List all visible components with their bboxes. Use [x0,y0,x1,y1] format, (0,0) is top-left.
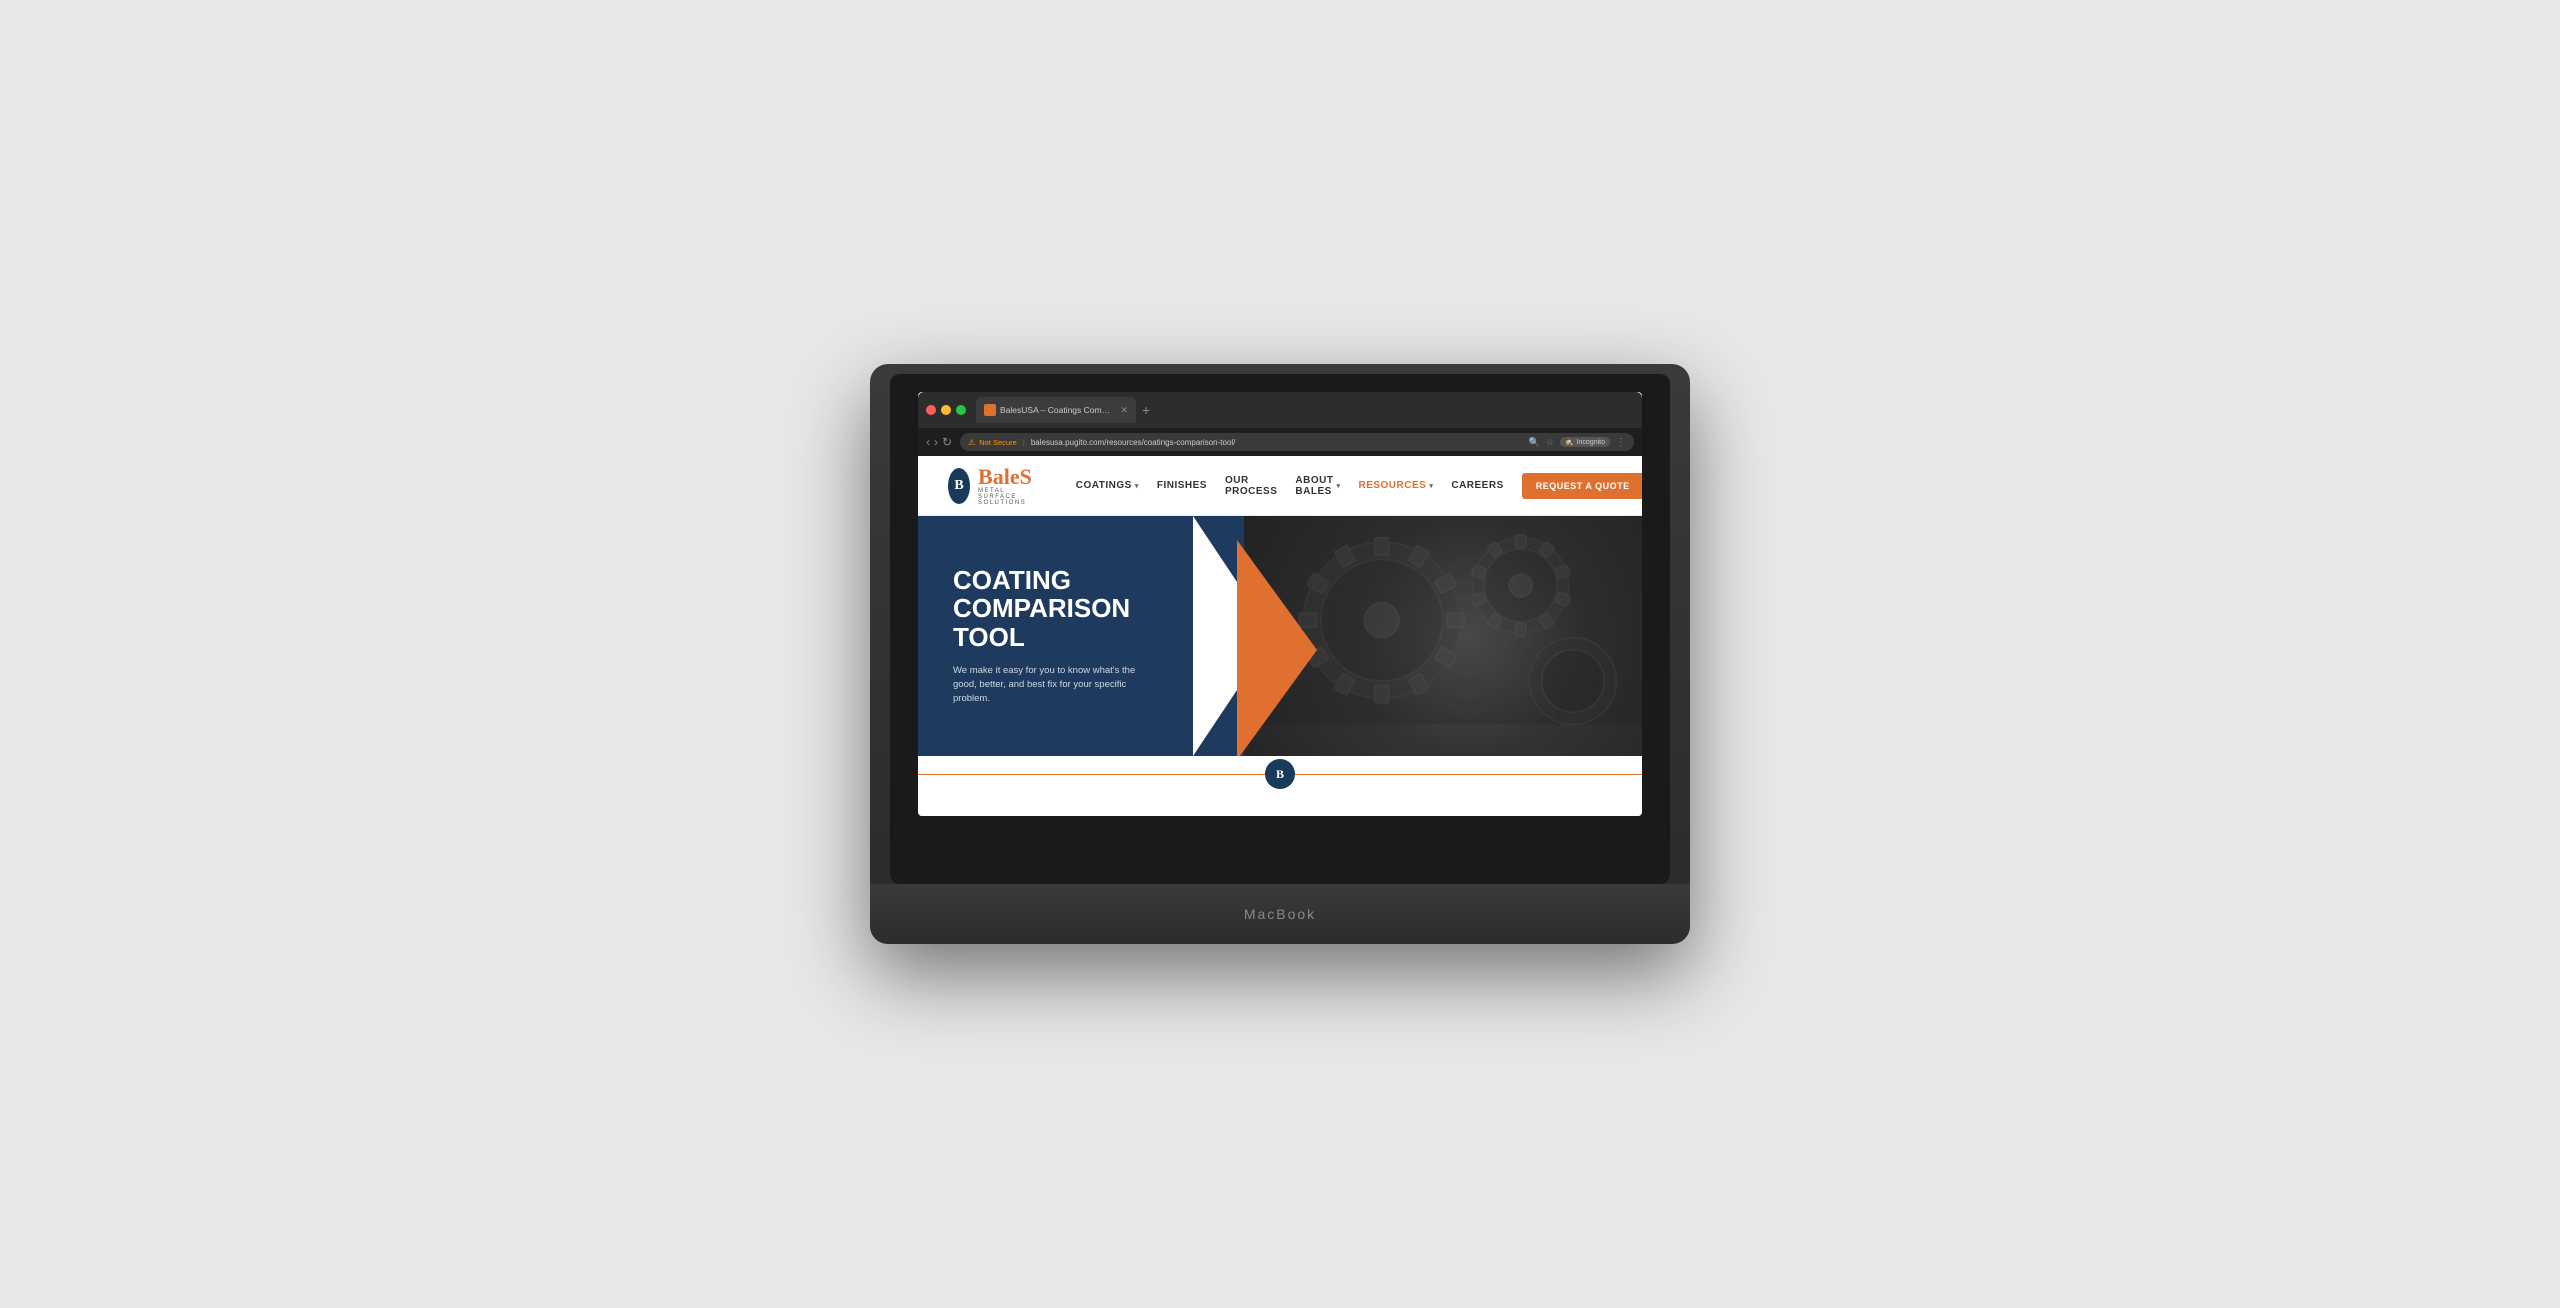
logo-brand: BaleS [978,466,1046,488]
hero-description: We make it easy for you to know what's t… [953,664,1153,707]
divider-logo: B [1265,759,1295,789]
menu-icon[interactable]: ⋮ [1616,437,1626,448]
maximize-button[interactable] [956,405,966,415]
url-separator: | [1023,438,1025,447]
macbook-scene: BalesUSA – Coatings Compar... ✕ + ‹ › ↻ … [870,364,1690,944]
nav-our-process[interactable]: OUR PROCESS [1225,475,1277,497]
nav-about-bales[interactable]: ABOUT BALES ▾ [1295,475,1340,497]
screen-bezel: BalesUSA – Coatings Compar... ✕ + ‹ › ↻ … [890,374,1670,884]
chevron-icon: ▾ [1135,482,1139,490]
screen-area: BalesUSA – Coatings Compar... ✕ + ‹ › ↻ … [918,392,1642,816]
divider-section: B [918,756,1642,792]
address-icons: 🔍 ☆ 🕵 Incognito ⋮ [1529,437,1626,448]
site-nav: B BaleS Metal Surface Solutions COATINGS… [918,456,1642,516]
site-nav-links: COATINGS ▾ FINISHES OUR PROCESS ABOUT BA… [1076,473,1642,499]
hero-section: COATING COMPARISON TOOL We make it easy … [918,516,1642,756]
minimize-button[interactable] [941,405,951,415]
url-text: balesusa.pugito.com/resources/coatings-c… [1031,438,1236,447]
logo-sub: Metal Surface Solutions [978,488,1046,506]
tab-close-icon[interactable]: ✕ [1120,405,1128,416]
orange-arrow-shape [1237,540,1317,756]
traffic-lights [926,405,966,415]
back-button[interactable]: ‹ [926,435,930,449]
site-logo: B BaleS Metal Surface Solutions [948,466,1046,506]
close-button[interactable] [926,405,936,415]
address-bar: ‹ › ↻ ⚠ Not Secure | balesusa.pugito.com… [918,428,1642,456]
warning-icon: ⚠ [968,438,975,447]
nav-coatings[interactable]: COATINGS ▾ [1076,480,1139,491]
macbook-body: BalesUSA – Coatings Compar... ✕ + ‹ › ↻ … [870,364,1690,944]
request-quote-button[interactable]: REQUEST A QUOTE [1522,473,1642,499]
nav-finishes[interactable]: FINISHES [1157,480,1207,491]
browser-tab-active[interactable]: BalesUSA – Coatings Compar... ✕ [976,397,1136,423]
browser-chrome: BalesUSA – Coatings Compar... ✕ + [918,392,1642,428]
hero-title: COATING COMPARISON TOOL [953,566,1214,652]
bookmark-icon: ☆ [1546,437,1554,448]
macbook-bottom: MacBook [870,884,1690,944]
incognito-icon: 🕵 [1565,438,1574,446]
incognito-badge: 🕵 Incognito [1560,437,1610,447]
tab-favicon [984,404,996,416]
search-icon: 🔍 [1529,437,1540,448]
reload-button[interactable]: ↻ [942,435,952,449]
new-tab-button[interactable]: + [1142,402,1150,418]
tabs-row: BalesUSA – Coatings Compar... ✕ + [976,392,1634,428]
tab-label: BalesUSA – Coatings Compar... [1000,405,1112,415]
address-field[interactable]: ⚠ Not Secure | balesusa.pugito.com/resou… [960,433,1634,451]
chevron-icon-resources: ▾ [1429,482,1433,490]
nav-buttons: ‹ › ↻ [926,435,952,449]
website-content: B BaleS Metal Surface Solutions COATINGS… [918,456,1642,816]
forward-button[interactable]: › [934,435,938,449]
incognito-label: Incognito [1577,439,1605,446]
chevron-icon-about: ▾ [1336,482,1340,490]
logo-text: BaleS Metal Surface Solutions [978,466,1046,506]
logo-circle: B [948,468,970,504]
nav-careers[interactable]: CAREERS [1451,480,1503,491]
logo-letter: B [954,478,963,494]
not-secure-label: Not Secure [979,438,1017,447]
macbook-label: MacBook [1244,906,1316,922]
divider-logo-letter: B [1276,767,1284,782]
nav-resources[interactable]: RESOURCES ▾ [1358,480,1433,491]
